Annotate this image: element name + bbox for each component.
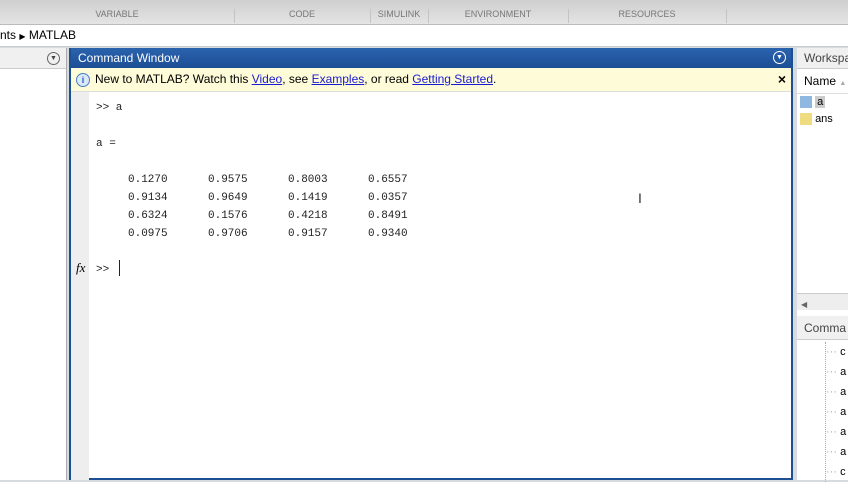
breadcrumb-current[interactable]: MATLAB: [29, 28, 76, 42]
history-command: a: [840, 386, 847, 398]
section-code: CODE: [234, 9, 371, 23]
matrix-row: 0.0975 0.9706 0.9157 0.9340: [128, 228, 448, 246]
breadcrumb-separator-icon: ▶: [19, 32, 26, 41]
column-label: Name: [804, 74, 837, 88]
name-column-header[interactable]: Name ▲: [797, 69, 848, 94]
horizontal-scrollbar[interactable]: ◀: [797, 293, 848, 310]
command-window[interactable]: Command Window ▼ i New to MATLAB? Watch …: [69, 48, 793, 480]
history-command: a: [840, 426, 847, 438]
matrix-cell: 0.8003: [288, 174, 328, 186]
history-command: a: [840, 366, 847, 378]
matrix-cell: 0.9575: [208, 174, 248, 186]
gutter: [71, 92, 89, 480]
matrix-output: 0.1270 0.9575 0.8003 0.6557 0.9134 0.9649 0.14…: [128, 174, 448, 246]
toolstrip: VARIABLE CODE SIMULINK ENVIRONMENT RESOU…: [0, 0, 848, 25]
text-cursor: [119, 260, 120, 276]
examples-link[interactable]: Examples: [312, 72, 365, 86]
command-window-header: Command Window ▼: [71, 48, 791, 68]
history-command: a: [840, 406, 847, 418]
matrix-cell: 0.0357: [368, 192, 408, 204]
banner-text: , or read: [364, 72, 413, 86]
scroll-left-icon[interactable]: ◀: [797, 300, 807, 309]
banner-text: , see: [282, 72, 312, 86]
matrix-cell: 0.1270: [128, 174, 168, 186]
section-resources: RESOURCES: [568, 9, 727, 23]
history-command: c: [840, 466, 846, 478]
matrix-cell: 0.4218: [288, 210, 328, 222]
banner-text: .: [493, 72, 497, 86]
history-item[interactable]: ··· c: [826, 462, 846, 482]
matrix-icon: [800, 113, 812, 126]
matrix-cell: 0.8491: [368, 210, 408, 222]
command-window-title: Command Window: [78, 51, 180, 65]
workspace-item[interactable]: a: [800, 94, 848, 111]
history-item[interactable]: ··· a: [826, 362, 846, 382]
history-item[interactable]: ··· c: [826, 342, 846, 362]
matrix-cell: 0.6324: [128, 210, 168, 222]
matrix-icon: [800, 96, 812, 109]
matrix-cell: 0.9706: [208, 228, 248, 240]
info-icon: i: [76, 73, 90, 87]
history-item[interactable]: ··· a: [826, 402, 846, 422]
section-environment: ENVIRONMENT: [428, 9, 569, 23]
video-link[interactable]: Video: [252, 72, 282, 86]
workspace-item[interactable]: ans: [800, 111, 848, 128]
matrix-cell: 0.9649: [208, 192, 248, 204]
command-history-title: Comma: [797, 316, 848, 340]
matrix-cell: 0.6557: [368, 174, 408, 186]
current-folder-panel: ▼: [0, 48, 67, 480]
matrix-cell: 0.0975: [128, 228, 168, 240]
history-item[interactable]: ··· a: [826, 442, 846, 462]
matrix-row: 0.9134 0.9649 0.1419 0.0357: [128, 192, 448, 210]
panel-header: ▼: [0, 48, 66, 69]
prompt: >>: [96, 264, 110, 276]
function-browser-icon[interactable]: fx: [76, 260, 85, 276]
variable-name: a: [815, 96, 826, 108]
history-command: a: [840, 446, 847, 458]
workspace-title: Workspa: [797, 48, 848, 69]
section-simulink: SIMULINK: [370, 9, 429, 23]
variable-name: ans: [815, 113, 833, 125]
mouse-cursor-icon: I: [638, 190, 642, 206]
address-bar[interactable]: nts ▶ MATLAB: [0, 25, 848, 47]
section-variable: VARIABLE: [0, 9, 235, 23]
panel-menu-icon[interactable]: ▼: [773, 51, 786, 64]
matrix-cell: 0.9340: [368, 228, 408, 240]
right-panels: Workspa Name ▲ a ans ◀ Comma ··· c ··· a ·…: [797, 48, 848, 482]
matrix-cell: 0.1419: [288, 192, 328, 204]
close-banner-icon[interactable]: ×: [778, 68, 786, 91]
getting-started-link[interactable]: Getting Started: [412, 72, 493, 86]
panel-menu-icon[interactable]: ▼: [47, 52, 60, 65]
matrix-cell: 0.1576: [208, 210, 248, 222]
matrix-row: 0.1270 0.9575 0.8003 0.6557: [128, 174, 448, 192]
matrix-row: 0.6324 0.1576 0.4218 0.8491: [128, 210, 448, 228]
input-line: >> a: [96, 102, 123, 114]
matrix-cell: 0.9157: [288, 228, 328, 240]
sort-icon: ▲: [839, 80, 847, 87]
history-item[interactable]: ··· a: [826, 422, 846, 442]
matrix-cell: 0.9134: [128, 192, 168, 204]
output-label: a =: [96, 138, 116, 150]
info-banner: i New to MATLAB? Watch this Video, see E…: [71, 68, 791, 92]
history-item[interactable]: ··· a: [826, 382, 846, 402]
command-history-list: ··· c ··· a ··· a ··· a ··· a ··· a ··· c: [825, 342, 846, 482]
banner-text: New to MATLAB? Watch this: [95, 72, 252, 86]
history-command: c: [840, 346, 846, 358]
breadcrumb-parent[interactable]: nts: [0, 28, 16, 42]
